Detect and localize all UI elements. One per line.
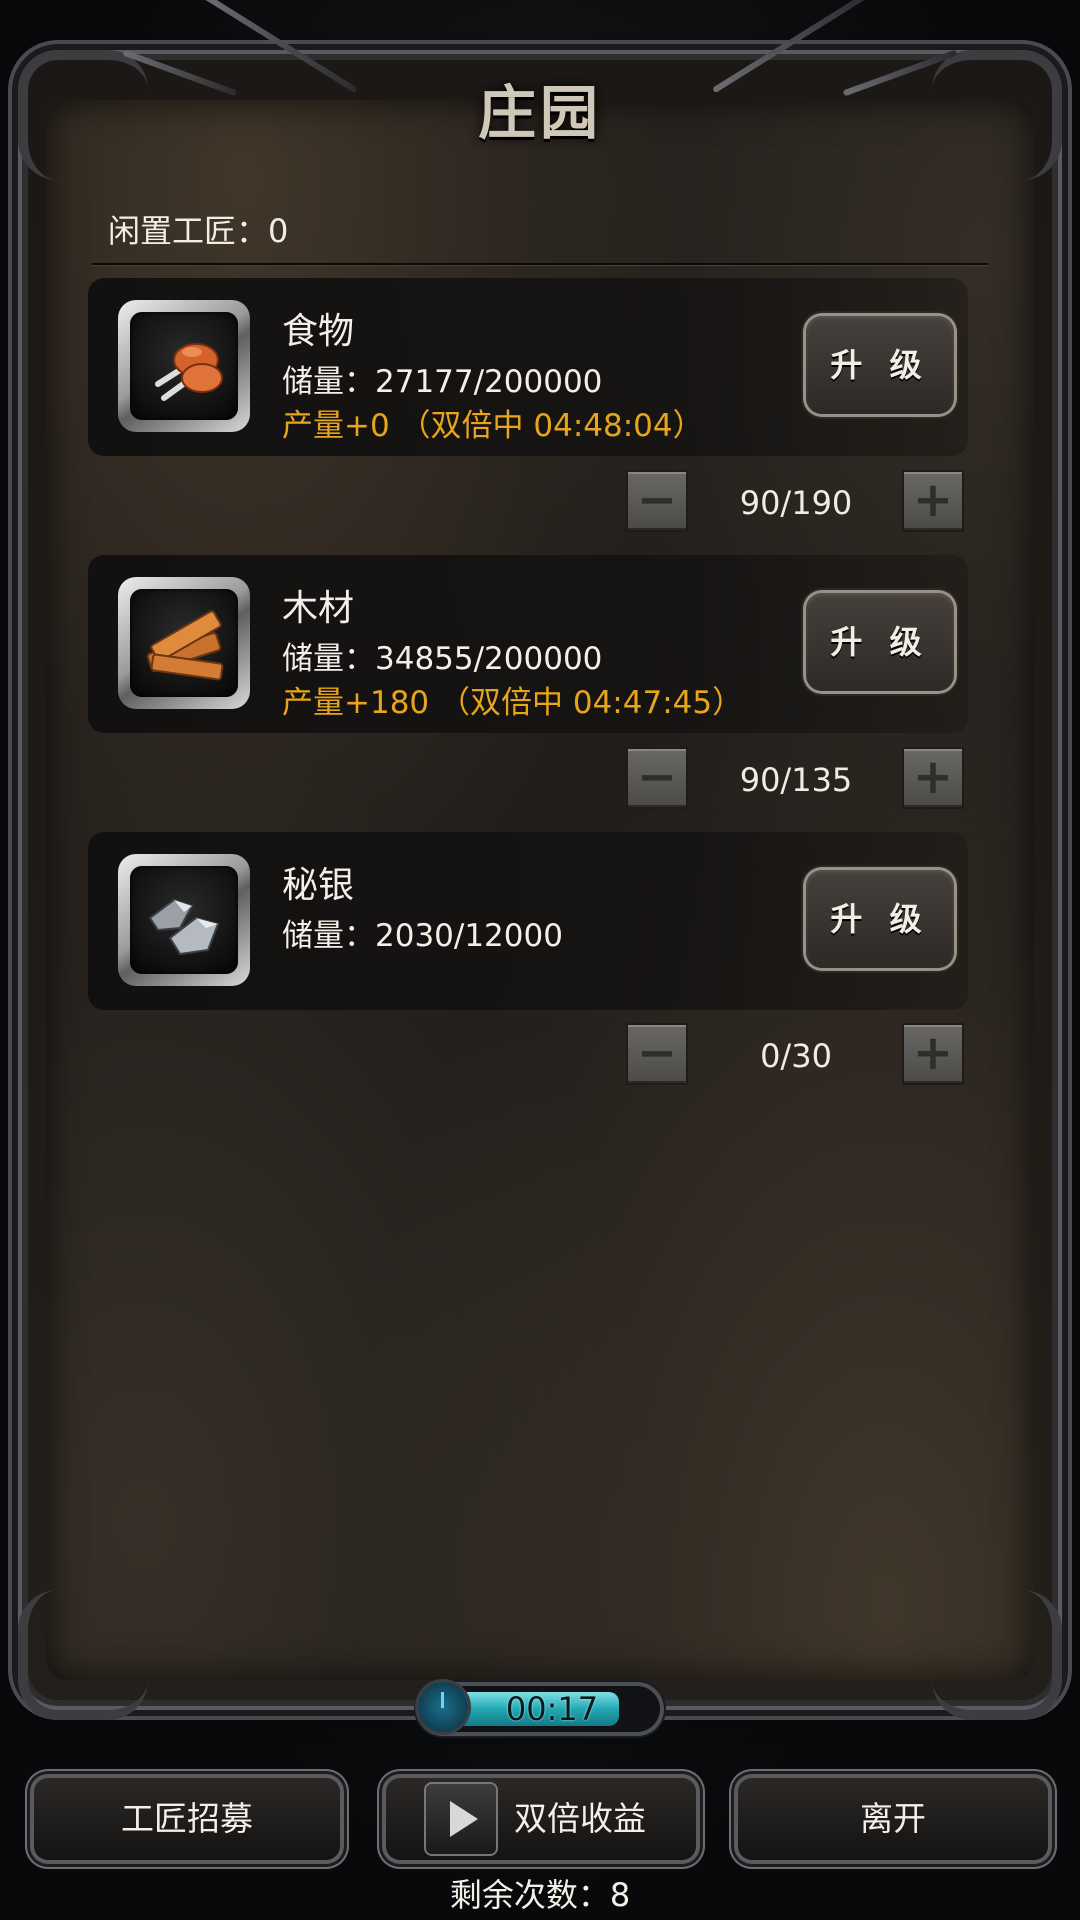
frame-corner-decoration <box>932 1590 1062 1720</box>
meat-icon <box>130 312 238 420</box>
resource-card-food: 食物 储量：27177/200000 产量+0 （双倍中 04:48:04） 升… <box>88 278 968 456</box>
minus-icon: − <box>636 749 678 805</box>
play-video-icon <box>426 1784 496 1854</box>
minus-icon: − <box>636 1025 678 1081</box>
idle-workers: 闲置工匠：0 <box>108 206 288 252</box>
decrease-workers-button[interactable]: − <box>628 1025 686 1083</box>
plus-icon: + <box>912 749 954 805</box>
resource-stock: 储量：27177/200000 <box>282 364 603 400</box>
timer-text: 00:17 <box>505 1690 599 1728</box>
leave-button[interactable]: 离开 <box>738 1778 1048 1860</box>
divider <box>92 263 988 265</box>
resource-production: 产量+0 （双倍中 04:48:04） <box>282 408 704 444</box>
decrease-workers-button[interactable]: − <box>628 472 686 530</box>
increase-workers-button[interactable]: + <box>904 472 962 530</box>
minus-icon: − <box>636 472 678 528</box>
idle-workers-label: 闲置工匠： <box>108 212 269 250</box>
upgrade-button[interactable]: 升 级 <box>806 316 954 414</box>
resource-card-mithril: 秘银 储量：2030/12000 升 级 <box>88 832 968 1010</box>
panel-title: 庄园 <box>477 79 602 147</box>
resource-name: 秘银 <box>282 865 355 906</box>
worker-count: 0/30 <box>760 1037 832 1075</box>
resource-stock: 储量：2030/12000 <box>282 918 563 954</box>
resource-name: 木材 <box>282 588 355 629</box>
resource-icon-frame <box>118 300 250 432</box>
plus-icon: + <box>912 1025 954 1081</box>
resource-card-wood: 木材 储量：34855/200000 产量+180 （双倍中 04:47:45）… <box>88 555 968 733</box>
frame-corner-decoration <box>18 1590 148 1720</box>
decrease-workers-button[interactable]: − <box>628 749 686 807</box>
resource-icon-frame <box>118 577 250 709</box>
resource-stock: 储量：34855/200000 <box>282 641 603 677</box>
resource-production: 产量+180 （双倍中 04:47:45） <box>282 685 744 721</box>
wood-planks-icon <box>130 589 238 697</box>
mithril-ore-icon <box>130 866 238 974</box>
worker-count: 90/190 <box>739 484 853 522</box>
upgrade-button[interactable]: 升 级 <box>806 870 954 968</box>
resource-icon-frame <box>118 854 250 986</box>
increase-workers-button[interactable]: + <box>904 749 962 807</box>
worker-count: 90/135 <box>739 761 853 799</box>
recruit-workers-button[interactable]: 工匠招募 <box>34 1778 340 1860</box>
double-income-label: 双倍收益 <box>514 1799 646 1838</box>
increase-workers-button[interactable]: + <box>904 1025 962 1083</box>
remaining-count: 剩余次数：8 <box>449 1876 631 1914</box>
upgrade-button[interactable]: 升 级 <box>806 593 954 691</box>
double-income-button[interactable]: 双倍收益 <box>386 1778 696 1860</box>
idle-workers-count: 0 <box>268 212 289 250</box>
resource-name: 食物 <box>282 311 355 352</box>
double-timer-bar: 00:17 <box>418 1682 660 1732</box>
plus-icon: + <box>912 472 954 528</box>
